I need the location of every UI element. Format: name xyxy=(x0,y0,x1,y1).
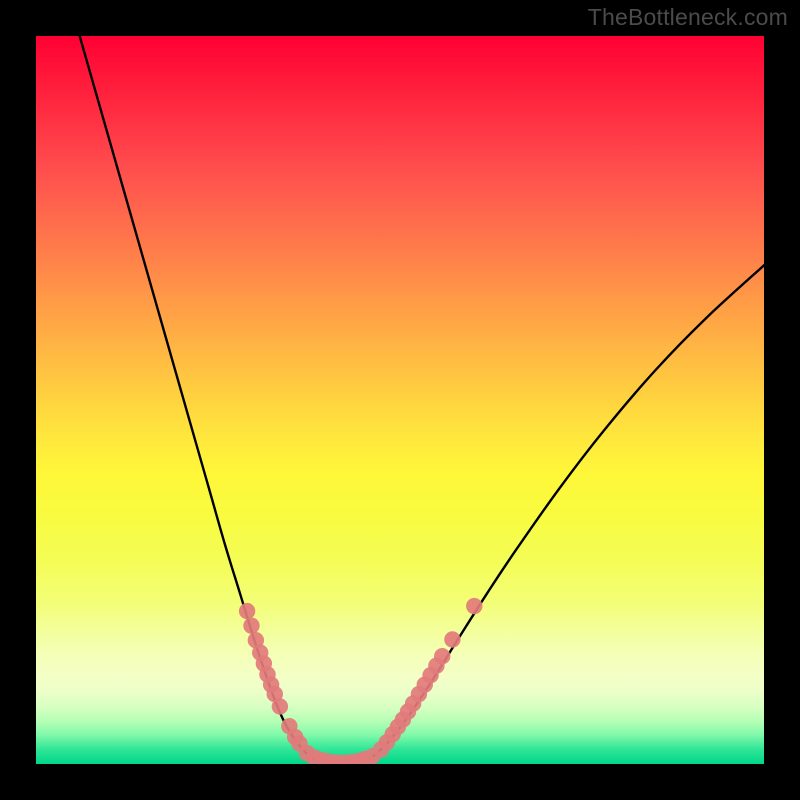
data-marker xyxy=(239,603,255,619)
data-marker xyxy=(466,598,482,614)
curve-layer xyxy=(36,36,764,764)
data-marker xyxy=(243,617,259,633)
data-marker xyxy=(444,631,460,647)
watermark-text: TheBottleneck.com xyxy=(588,4,788,31)
data-marker xyxy=(272,698,288,714)
plot-area xyxy=(36,36,764,764)
bottleneck-curve-path xyxy=(80,36,764,763)
data-marker xyxy=(434,648,450,664)
bottleneck-curve xyxy=(80,36,764,763)
chart-frame: TheBottleneck.com xyxy=(0,0,800,800)
data-markers xyxy=(239,598,483,764)
